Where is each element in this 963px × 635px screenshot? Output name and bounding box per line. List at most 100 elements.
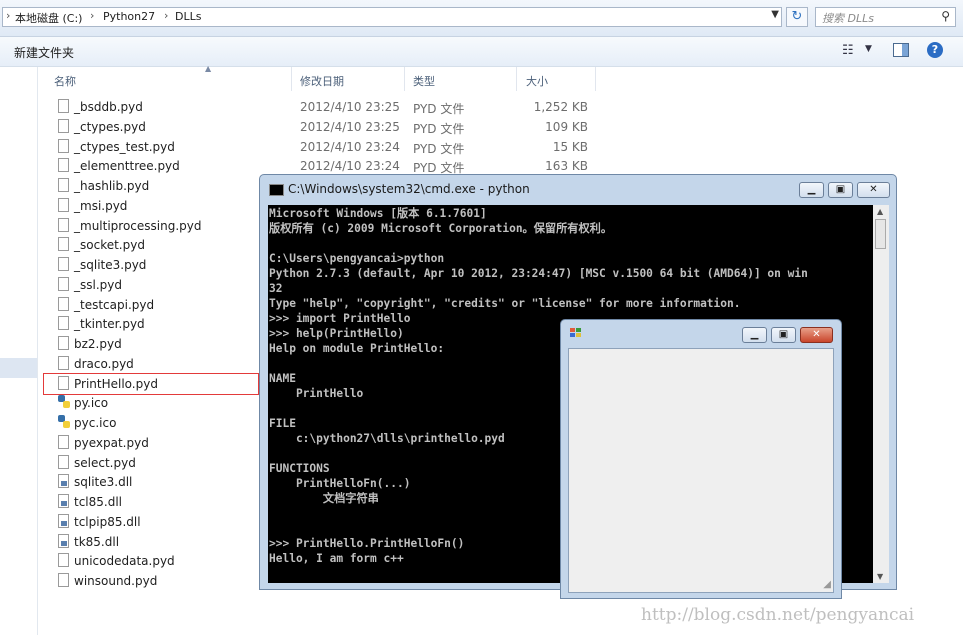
- navigation-pane[interactable]: [0, 67, 38, 635]
- dll-icon: [58, 474, 69, 489]
- maximize-icon: ▣: [835, 184, 846, 195]
- search-icon[interactable]: ⚲: [941, 9, 950, 23]
- file-name: _hashlib.pyd: [74, 179, 150, 193]
- form-window[interactable]: ▁ ▣ ✕ ◢: [560, 319, 842, 599]
- file-name: _testcapi.pyd: [74, 297, 155, 312]
- file-icon: [58, 217, 69, 232]
- file-name: select.pyd: [74, 455, 136, 470]
- help-icon[interactable]: ?: [927, 42, 943, 58]
- minimize-button[interactable]: ▁: [799, 182, 824, 198]
- file-icon: [58, 257, 69, 271]
- file-name: _multiprocessing.pyd: [74, 218, 202, 233]
- preview-pane-icon[interactable]: [893, 43, 909, 57]
- column-divider[interactable]: [595, 67, 596, 91]
- form-client-area[interactable]: ◢: [568, 348, 834, 593]
- watermark: http://blog.csdn.net/pengyancai: [641, 605, 915, 625]
- file-row[interactable]: _ctypes_test.pyd 2012/4/10 23:24 PYD 文件 15 …: [38, 137, 638, 157]
- column-divider[interactable]: [291, 67, 292, 91]
- console-scrollbar[interactable]: ▲ ▼: [873, 205, 889, 583]
- file-name: sqlite3.dll: [74, 475, 133, 490]
- python-icon: [58, 395, 70, 410]
- file-size: 163 KB: [545, 159, 588, 174]
- console-line: Type "help", "copyright", "credits" or "…: [269, 297, 741, 310]
- breadcrumb-dlls[interactable]: DLLs: [175, 10, 201, 23]
- console-line: 32: [269, 282, 283, 295]
- file-size: 15 KB: [552, 139, 588, 154]
- file-name: _ctypes_test.pyd: [74, 139, 175, 154]
- cmd-window-title: C:\Windows\system32\cmd.exe - python: [288, 182, 530, 196]
- console-line: C:\Users\pengyancai>python: [269, 252, 445, 265]
- breadcrumb-python27[interactable]: Python27: [103, 10, 155, 23]
- file-row[interactable]: _ctypes.pyd 2012/4/10 23:25 PYD 文件 109 KB: [38, 117, 638, 137]
- console-line: Python 2.7.3 (default, Apr 10 2012, 23:2…: [269, 267, 808, 280]
- file-icon: [58, 434, 69, 449]
- file-name: tcl85.dll: [74, 495, 123, 509]
- column-divider[interactable]: [516, 67, 517, 91]
- form-close-button[interactable]: ✕: [800, 327, 833, 343]
- search-input[interactable]: 搜索 DLLs ⚲: [815, 7, 956, 27]
- file-icon: [58, 237, 69, 252]
- refresh-icon: ↻: [791, 9, 803, 24]
- file-name: tclpip85.dll: [74, 514, 141, 529]
- file-name: _sqlite3.pyd: [74, 258, 147, 272]
- file-icon: [58, 178, 69, 192]
- close-button[interactable]: ✕: [857, 182, 890, 198]
- file-icon: [58, 553, 69, 568]
- address-box[interactable]: › 本地磁盘 (C:) › Python27 › DLLs ▼: [2, 7, 782, 27]
- column-header: ▲ 名称 修改日期 类型 大小: [38, 64, 963, 91]
- breadcrumb-separator[interactable]: ›: [6, 9, 10, 22]
- column-divider[interactable]: [404, 67, 405, 91]
- view-dropdown-icon[interactable]: ▼: [865, 44, 872, 54]
- sort-ascending-icon: ▲: [205, 64, 212, 73]
- form-minimize-button[interactable]: ▁: [742, 327, 767, 343]
- console-line: Microsoft Windows [版本 6.1.7601]: [269, 207, 487, 220]
- new-folder-button[interactable]: 新建文件夹: [14, 44, 74, 61]
- dll-icon: [58, 494, 69, 508]
- file-name: pyexpat.pyd: [74, 435, 149, 450]
- address-dropdown-icon[interactable]: ▼: [771, 9, 779, 20]
- file-icon: [58, 296, 69, 311]
- file-size: 109 KB: [545, 119, 588, 134]
- file-name: _ssl.pyd: [74, 277, 122, 292]
- cmd-icon: [269, 184, 284, 196]
- file-size: 1,252 KB: [533, 100, 588, 114]
- scroll-up-icon[interactable]: ▲: [877, 207, 883, 216]
- breadcrumb-separator[interactable]: ›: [164, 9, 168, 22]
- file-name: draco.pyd: [74, 356, 134, 371]
- nav-selected-item[interactable]: [0, 358, 37, 378]
- column-type[interactable]: 类型: [413, 73, 435, 89]
- breadcrumb-separator[interactable]: ›: [90, 9, 94, 22]
- file-name: _socket.pyd: [74, 238, 145, 253]
- file-date: 2012/4/10 23:24: [300, 159, 400, 174]
- view-options-icon[interactable]: ☷: [842, 43, 854, 58]
- minimize-icon: ▁: [807, 184, 816, 195]
- dll-icon: [58, 513, 69, 528]
- file-name: _elementtree.pyd: [74, 159, 180, 174]
- file-row[interactable]: _bsddb.pyd 2012/4/10 23:25 PYD 文件 1,252 KB: [38, 97, 638, 117]
- resize-grip-icon[interactable]: ◢: [823, 579, 831, 590]
- minimize-icon: ▁: [750, 329, 759, 340]
- selected-file-highlight: [43, 373, 259, 395]
- scroll-down-icon[interactable]: ▼: [877, 572, 883, 581]
- command-bar: 新建文件夹 ☷ ▼ ?: [0, 37, 963, 67]
- file-name: _bsddb.pyd: [74, 100, 143, 114]
- address-bar: › 本地磁盘 (C:) › Python27 › DLLs ▼ ↻ 搜索 DLL…: [0, 0, 963, 37]
- file-type: PYD 文件: [413, 121, 465, 136]
- file-icon: [58, 197, 69, 212]
- breadcrumb-drive[interactable]: 本地磁盘 (C:): [15, 10, 82, 26]
- refresh-button[interactable]: ↻: [786, 7, 808, 27]
- maximize-button[interactable]: ▣: [828, 182, 853, 198]
- form-maximize-button[interactable]: ▣: [771, 327, 796, 343]
- file-icon: [58, 276, 69, 291]
- file-name: winsound.pyd: [74, 574, 158, 588]
- column-size[interactable]: 大小: [526, 73, 548, 89]
- file-icon: [58, 336, 69, 350]
- column-name[interactable]: 名称: [54, 73, 76, 89]
- console-line: 版权所有 (c) 2009 Microsoft Corporation。保留所有…: [269, 222, 613, 235]
- form-app-icon: [570, 328, 582, 338]
- scroll-thumb[interactable]: [875, 219, 886, 249]
- search-placeholder: 搜索 DLLs: [822, 12, 874, 25]
- column-date[interactable]: 修改日期: [300, 73, 344, 89]
- file-icon: [58, 573, 69, 587]
